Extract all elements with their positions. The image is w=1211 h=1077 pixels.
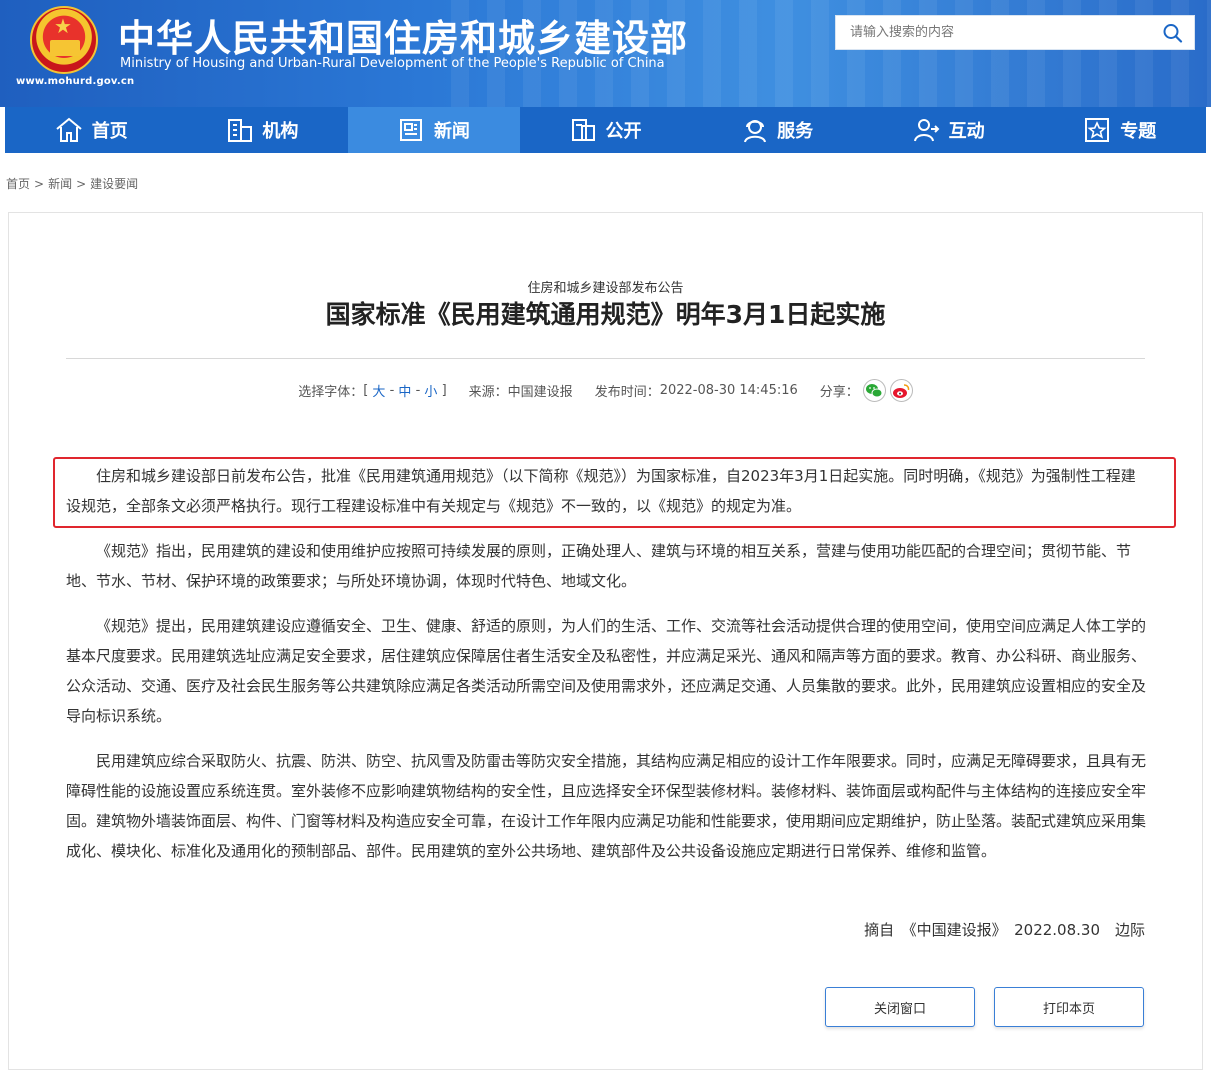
nav-item-interact[interactable]: 互动 (863, 107, 1035, 153)
font-medium-link[interactable]: 中 (398, 381, 411, 400)
document-icon (571, 119, 595, 141)
main-nav: 首页 机构 新闻 公开 服务 互动 专题 (5, 107, 1206, 153)
star-icon (1085, 118, 1110, 142)
news-icon (399, 119, 422, 141)
publish-time: 发布时间： 2022-08-30 14:45:16 (595, 381, 798, 400)
time-value: 2022-08-30 14:45:16 (659, 383, 798, 398)
nav-item-service[interactable]: 服务 (691, 107, 863, 153)
service-icon (744, 120, 767, 143)
bracket: [ (363, 383, 369, 398)
nav-item-label: 首页 (91, 121, 128, 142)
home-icon (56, 117, 82, 142)
font-size-selector: 选择字体： [ 大 - 中 - 小 ] (298, 381, 446, 400)
search-box (835, 15, 1195, 50)
nav-item-label: 公开 (605, 121, 642, 142)
nav-item-topic[interactable]: 专题 (1034, 107, 1206, 153)
breadcrumb: 首页 > 新闻 > 建设要闻 (6, 175, 138, 192)
wechat-icon[interactable] (862, 379, 886, 402)
site-subtitle: Ministry of Housing and Urban-Rural Deve… (120, 56, 665, 71)
dash: - (415, 383, 421, 398)
article-signature: 摘自 《中国建设报》 2022.08.30 边际 (864, 921, 1145, 939)
article-card: 住房和城乡建设部发布公告 国家标准《民用建筑通用规范》明年3月1日起实施 选择字… (8, 212, 1203, 1070)
article-paragraph: 《规范》提出，民用建筑建设应遵循安全、卫生、健康、舒适的原则，为人们的生活、工作… (66, 617, 1147, 725)
highlight-box (53, 457, 1176, 528)
title-divider (66, 358, 1145, 359)
national-emblem-icon: ★ (30, 6, 98, 74)
font-size-label: 选择字体： (298, 385, 364, 400)
nav-item-home[interactable]: 首页 (5, 107, 177, 153)
nav-item-label: 互动 (948, 121, 985, 142)
site-title[interactable]: 中华人民共和国住房和城乡建设部 (118, 8, 688, 62)
article-pre-title: 住房和城乡建设部发布公告 (527, 281, 684, 296)
article-paragraph: 民用建筑应综合采取防火、抗震、防洪、防空、抗风雪及防雷击等防灾安全措施，其结构应… (66, 752, 1147, 860)
nav-item-label: 服务 (777, 121, 814, 142)
font-large-link[interactable]: 大 (372, 381, 385, 400)
font-small-link[interactable]: 小 (424, 381, 437, 400)
article-meta: 选择字体： [ 大 - 中 - 小 ] 来源： 中国建设报 发布时间： 2022-0… (9, 379, 1202, 402)
nav-item-label: 专题 (1120, 121, 1157, 142)
nav-item-public[interactable]: 公开 (520, 107, 692, 153)
nav-item-org[interactable]: 机构 (177, 107, 349, 153)
source-label: 来源： (468, 385, 508, 400)
search-icon[interactable] (1162, 23, 1184, 43)
search-input[interactable] (836, 16, 1156, 49)
time-label: 发布时间： (594, 385, 660, 400)
print-page-button[interactable]: 打印本页 (994, 987, 1144, 1027)
bracket: ] (441, 383, 447, 398)
share-label: 分享： (819, 385, 859, 400)
breadcrumb-news[interactable]: 新闻 (48, 177, 72, 191)
breadcrumb-separator: > (34, 177, 45, 191)
source: 来源： 中国建设报 (469, 381, 573, 400)
article-title: 国家标准《民用建筑通用规范》明年3月1日起实施 (325, 300, 886, 329)
site-header: ★ www.mohurd.gov.cn 中华人民共和国住房和城乡建设部 Mini… (0, 0, 1211, 107)
breadcrumb-construction-news[interactable]: 建设要闻 (90, 177, 138, 191)
nav-item-news[interactable]: 新闻 (348, 107, 520, 153)
building-icon (228, 119, 253, 142)
breadcrumb-home[interactable]: 首页 (6, 177, 30, 191)
breadcrumb-separator: > (76, 177, 87, 191)
close-window-button[interactable]: 关闭窗口 (825, 987, 975, 1027)
interact-icon (913, 119, 940, 142)
article-paragraph: 《规范》指出，民用建筑的建设和使用维护应按照可持续发展的原则，正确处理人、建筑与… (66, 542, 1132, 590)
dash: - (389, 383, 395, 398)
site-url: www.mohurd.gov.cn (16, 76, 135, 87)
nav-item-label: 新闻 (433, 121, 470, 142)
share: 分享： (820, 379, 913, 402)
source-value: 中国建设报 (507, 385, 573, 400)
weibo-icon[interactable] (889, 379, 913, 402)
nav-item-label: 机构 (262, 121, 299, 142)
